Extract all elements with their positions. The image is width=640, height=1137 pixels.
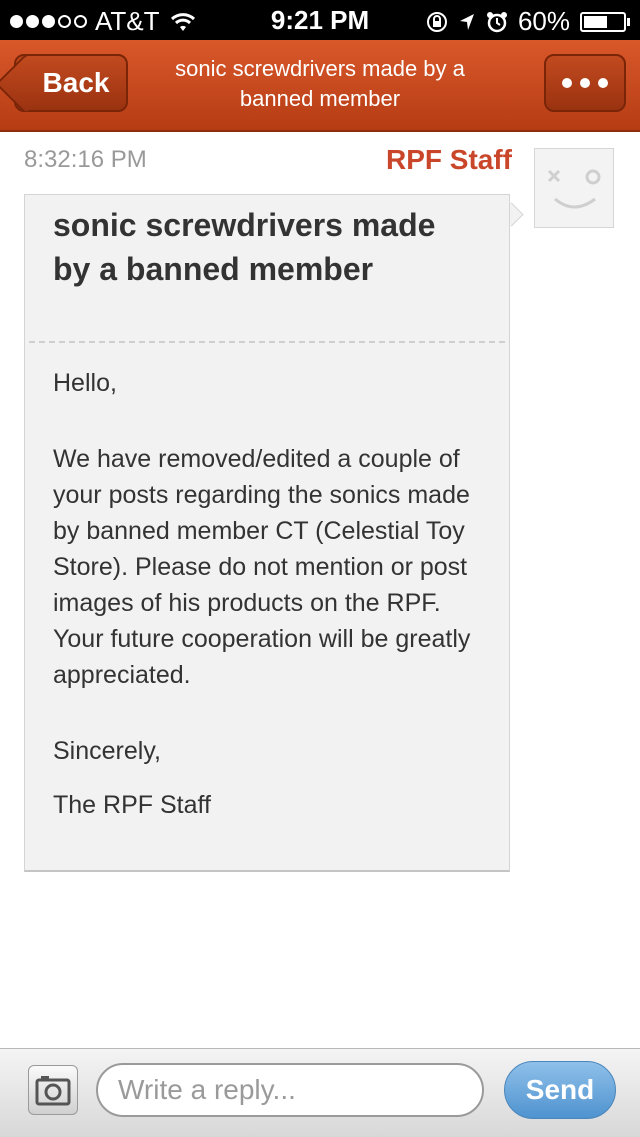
message-bubble: sonic screwdrivers made by a banned memb…	[24, 194, 510, 872]
status-right: 60%	[426, 6, 630, 37]
alarm-icon	[486, 11, 507, 32]
camera-icon	[35, 1076, 71, 1106]
avatar[interactable]	[534, 148, 614, 228]
message-signature: The RPF Staff	[53, 791, 211, 819]
back-button[interactable]: Back	[14, 54, 128, 112]
default-face-avatar-icon	[547, 169, 601, 209]
message-title: sonic screwdrivers made by a banned memb…	[53, 207, 436, 287]
more-dots-icon	[562, 78, 572, 88]
more-options-button[interactable]	[544, 54, 626, 112]
send-button[interactable]: Send	[504, 1061, 616, 1119]
battery-icon	[580, 11, 630, 32]
battery-percent: 60%	[517, 6, 570, 36]
reply-input[interactable]	[96, 1063, 484, 1117]
location-icon	[459, 13, 474, 30]
status-bar: AT&T 9:21 PM 60%	[0, 0, 640, 40]
battery-fill	[584, 15, 607, 28]
message-closing: Sincerely,	[53, 737, 161, 765]
reply-bar: Send	[0, 1048, 640, 1137]
sender-name[interactable]: RPF Staff	[386, 144, 512, 176]
message-timestamp: 8:32:16 PM	[24, 146, 147, 173]
message-text: We have removed/edited a couple of your …	[53, 445, 471, 689]
message-greeting: Hello,	[53, 369, 117, 397]
camera-button[interactable]	[28, 1065, 78, 1115]
message-body: Hello, We have removed/edited a couple o…	[53, 365, 493, 823]
nav-bar: Back sonic screwdrivers made by a banned…	[0, 40, 640, 132]
divider	[29, 341, 505, 343]
page-title: sonic screwdrivers made by a banned memb…	[175, 56, 465, 111]
back-button-label: Back	[42, 67, 110, 98]
rotation-lock-icon	[426, 11, 447, 32]
